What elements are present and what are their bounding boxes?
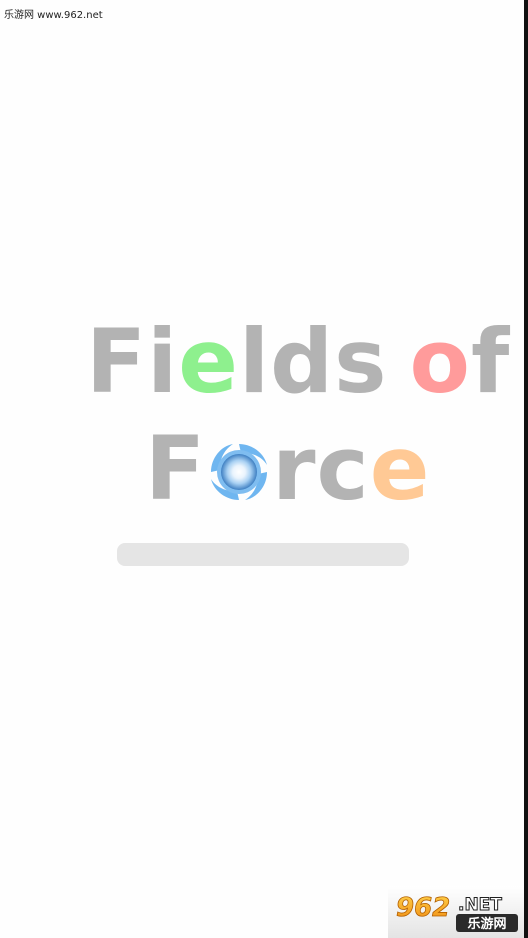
title-letter-f: f [471,310,511,413]
watermark-text: 乐游网 www.962.net [4,10,103,21]
logo-suffix: .NET [458,895,502,915]
title-letter-e-green: e [178,310,239,413]
title-line-fields-of: Fields of [0,318,524,406]
logo-number: 962 [396,893,450,923]
title-letters-lds: lds [238,310,388,413]
title-letter-e-peach: e [369,417,431,520]
logo-name: 乐游网 [467,916,506,932]
screen-edge [524,0,528,938]
title-letter-F2: F [145,417,207,520]
site-logo-badge: 962 .NET 乐游网 [388,886,524,938]
title-letter-F: F [86,310,148,413]
game-screen: 乐游网 www.962.net Fields of F rce [0,0,524,938]
title-letter-i: i [147,310,179,413]
loading-bar [117,543,409,566]
energy-orb-icon [208,429,270,500]
title-line-force: F rce [0,425,524,513]
title-letter-o-red: o [409,310,471,413]
title-letters-rc: rc [272,417,370,520]
